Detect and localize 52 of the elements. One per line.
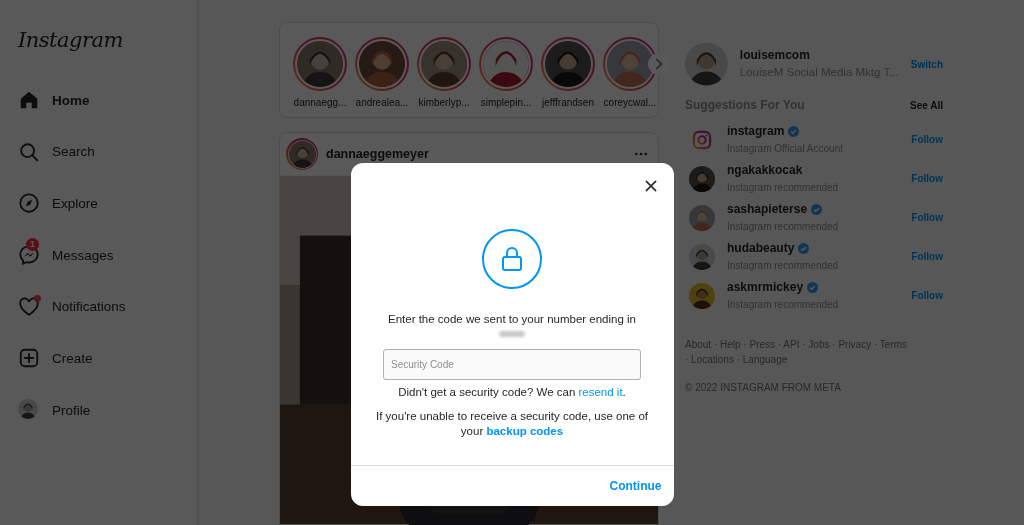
blurred-digits (499, 331, 525, 337)
suggestion-username[interactable]: hudabeauty (727, 240, 795, 256)
story-username[interactable]: jefffrandsen (542, 97, 594, 108)
story-ring[interactable] (417, 37, 471, 91)
follow-link[interactable]: Follow (911, 290, 943, 301)
story-username[interactable]: simplepin... (480, 97, 532, 108)
see-all-link[interactable]: See All (910, 99, 943, 111)
nav-item[interactable]: Create (18, 340, 93, 371)
nav-item[interactable]: Notifications (18, 288, 126, 319)
follow-link[interactable]: Follow (911, 212, 943, 223)
backup-codes-link[interactable]: backup codes (486, 425, 564, 437)
account-username[interactable]: louisemcom (739, 48, 899, 63)
story-ring[interactable] (603, 37, 657, 91)
story-username[interactable]: andrealea... (355, 97, 409, 108)
nav-item[interactable]: Search (18, 133, 95, 164)
story-ring[interactable] (541, 37, 595, 91)
more-icon[interactable] (634, 152, 648, 156)
suggestion-username[interactable]: askmrmickey (727, 279, 804, 295)
nav-item[interactable]: Home (18, 82, 90, 112)
story-username[interactable]: dannaegg... (293, 97, 347, 108)
follow-link[interactable]: Follow (911, 134, 943, 145)
instruction-text: Enter the code we sent to your number ending in (387, 312, 636, 327)
resend-text: Didn't get a security code? We can resend it. (398, 385, 626, 400)
count-badge: 1 (26, 238, 39, 252)
code-field[interactable]: Security Code (383, 349, 641, 380)
close-icon[interactable] (643, 179, 658, 193)
lock-icon (482, 229, 542, 289)
resend-link[interactable]: resend it (578, 386, 623, 398)
story-username[interactable]: coreycwal... (603, 97, 657, 108)
follow-link[interactable]: Follow (911, 251, 943, 262)
story-ring[interactable] (293, 37, 347, 91)
suggestion-username[interactable]: ngakakkocak (727, 162, 803, 178)
story-ring[interactable] (355, 37, 409, 91)
post-username[interactable]: dannaeggemeyer (326, 147, 626, 161)
story-ring[interactable] (479, 37, 533, 91)
backup-text: If you're unable to receive a security code, use one of your backup codes (375, 409, 649, 439)
nav-item[interactable]: Profile (18, 392, 91, 423)
suggestion-username[interactable]: instagram (727, 123, 785, 139)
home-icon (18, 89, 40, 111)
logo[interactable]: Instagram (18, 28, 123, 52)
follow-link[interactable]: Follow (911, 173, 943, 184)
continue-button[interactable]: Continue (609, 477, 662, 495)
switch-link[interactable]: Switch (910, 58, 943, 70)
story-username[interactable]: kimberlyp... (418, 97, 470, 108)
compass-icon (18, 192, 40, 215)
search-icon (18, 140, 40, 163)
nav-item[interactable]: Explore (18, 185, 98, 216)
story-ring[interactable] (286, 138, 318, 170)
nav-item[interactable]: 1 Messages (18, 237, 114, 268)
plus-square-icon (18, 347, 40, 370)
suggestion-username[interactable]: sashapieterse (727, 201, 808, 217)
heart-icon (18, 295, 40, 318)
